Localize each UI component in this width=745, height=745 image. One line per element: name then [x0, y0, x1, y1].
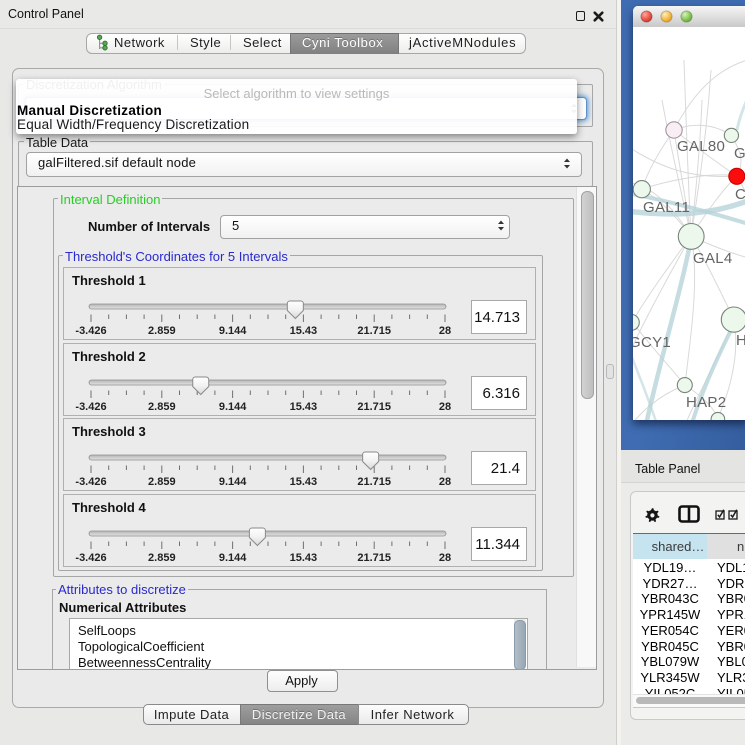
svg-text:-3.426: -3.426: [75, 325, 106, 337]
svg-text:21.715: 21.715: [357, 325, 391, 337]
svg-text:15.43: 15.43: [290, 476, 318, 488]
svg-text:2.859: 2.859: [148, 552, 176, 564]
svg-text:-3.426: -3.426: [75, 401, 106, 413]
svg-text:HAP2: HAP2: [686, 394, 726, 411]
svg-text:GAL11: GAL11: [643, 199, 690, 216]
svg-text:-3.426: -3.426: [75, 552, 106, 564]
svg-text:21.715: 21.715: [357, 552, 391, 564]
svg-text:HI: HI: [736, 332, 745, 349]
svg-text:9.144: 9.144: [219, 401, 247, 413]
svg-text:28: 28: [439, 401, 451, 413]
svg-text:9.144: 9.144: [219, 552, 247, 564]
svg-text:2.859: 2.859: [148, 476, 176, 488]
svg-text:28: 28: [439, 325, 451, 337]
svg-text:21.715: 21.715: [357, 476, 391, 488]
svg-text:9.144: 9.144: [219, 476, 247, 488]
svg-text:15.43: 15.43: [290, 401, 318, 413]
svg-text:GCY1: GCY1: [633, 334, 671, 351]
svg-text:2.859: 2.859: [148, 401, 176, 413]
svg-text:15.43: 15.43: [290, 552, 318, 564]
svg-text:C: C: [735, 186, 745, 203]
svg-text:15.43: 15.43: [290, 325, 318, 337]
svg-text:GAL4: GAL4: [693, 250, 733, 267]
svg-text:2.859: 2.859: [148, 325, 176, 337]
svg-text:28: 28: [439, 476, 451, 488]
svg-text:28: 28: [439, 552, 451, 564]
svg-text:9.144: 9.144: [219, 325, 247, 337]
svg-text:21.715: 21.715: [357, 401, 391, 413]
svg-text:-3.426: -3.426: [75, 476, 106, 488]
svg-text:GA: GA: [734, 145, 745, 162]
svg-text:GAL80: GAL80: [677, 138, 725, 155]
